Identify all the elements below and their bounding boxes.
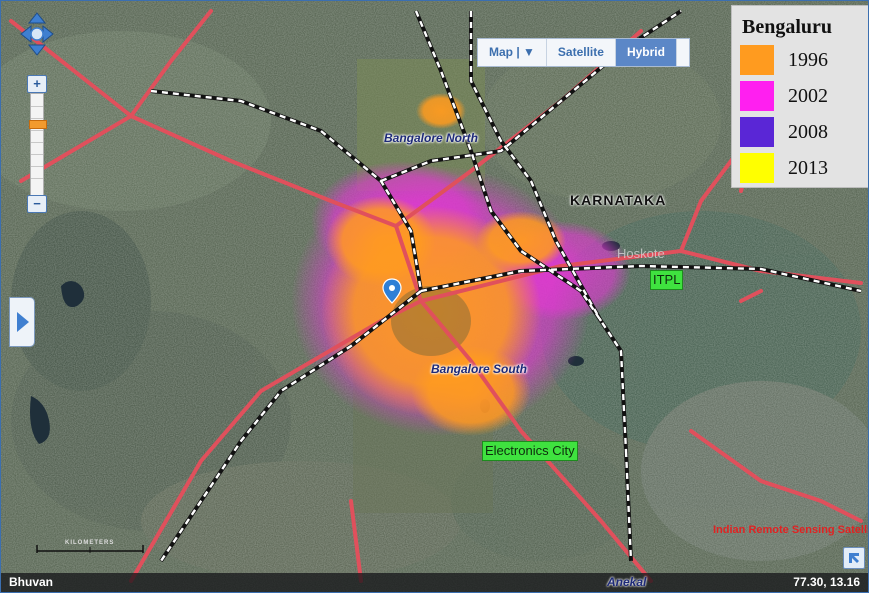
legend-item: 1996 xyxy=(740,45,864,75)
legend-swatch xyxy=(740,81,774,111)
scale-bar: KILOMETERS xyxy=(35,539,145,555)
chevron-right-icon xyxy=(17,312,29,332)
label-electronics-city: Electronics City xyxy=(482,441,578,461)
sidebar-toggle-button[interactable] xyxy=(9,297,35,347)
label-bangalore-south: Bangalore South xyxy=(431,362,528,376)
legend-item: 2013 xyxy=(740,153,864,183)
map-navigation: + − xyxy=(19,11,59,213)
map-type-hybrid-button[interactable]: Hybrid xyxy=(615,39,677,66)
legend-item: 2002 xyxy=(740,81,864,111)
scale-unit-label: KILOMETERS xyxy=(65,540,115,546)
label-anekal: Anekal xyxy=(607,575,647,589)
zoom-slider[interactable] xyxy=(29,93,47,197)
legend-label: 2008 xyxy=(788,121,828,143)
map-type-map-button[interactable]: Map | ▼ xyxy=(478,39,547,66)
zoom-out-button[interactable]: − xyxy=(27,195,47,213)
label-hoskote: Hoskote xyxy=(617,246,665,261)
map-viewer[interactable]: Bangalore North Bangalore South KARNATAK… xyxy=(0,0,869,593)
legend-title: Bengaluru xyxy=(742,16,833,38)
map-type-selector: Map | ▼ Satellite Hybrid xyxy=(477,38,690,67)
legend: Bengaluru 1996 2002 2008 2013 xyxy=(731,5,868,188)
zoom-control: + − xyxy=(27,75,47,213)
legend-label: 2002 xyxy=(788,85,828,107)
label-karnataka: KARNATAKA xyxy=(570,192,667,208)
map-type-spacer xyxy=(676,39,689,66)
zoom-slider-thumb[interactable] xyxy=(29,120,47,129)
overview-toggle-button[interactable] xyxy=(843,547,865,569)
arrow-diagonal-icon xyxy=(849,553,859,563)
legend-label: 1996 xyxy=(788,49,828,71)
zoom-in-button[interactable]: + xyxy=(27,75,47,93)
legend-swatch xyxy=(740,117,774,147)
legend-item: 2008 xyxy=(740,117,864,147)
legend-swatch xyxy=(740,45,774,75)
map-type-satellite-button[interactable]: Satellite xyxy=(547,39,616,66)
irs-watermark: Indian Remote Sensing Satellites xyxy=(713,524,869,536)
label-bangalore-north: Bangalore North xyxy=(384,131,479,145)
brand-label: Bhuvan xyxy=(9,575,54,589)
legend-swatch xyxy=(740,153,774,183)
pan-control-icon[interactable] xyxy=(19,11,55,57)
legend-label: 2013 xyxy=(788,157,828,179)
label-itpl: ITPL xyxy=(650,270,684,290)
status-bar: Bhuvan Anekal 77.30, 13.16 xyxy=(1,573,868,592)
coordinate-readout: 77.30, 13.16 xyxy=(793,575,860,589)
